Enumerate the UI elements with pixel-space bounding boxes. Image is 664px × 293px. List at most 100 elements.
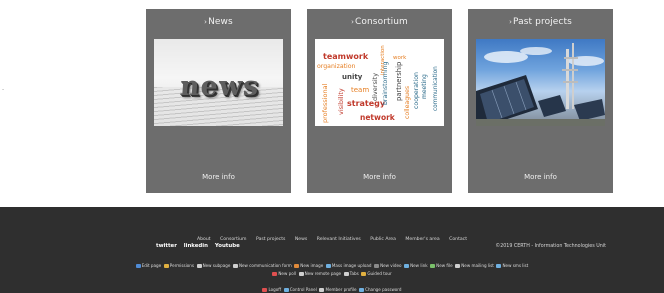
footer-link-about[interactable]: About bbox=[197, 237, 211, 242]
card-title[interactable]: ›Past projects bbox=[468, 17, 613, 27]
word-cloud-word: teamwork bbox=[323, 52, 369, 61]
toolbar-item-label: Control Panel bbox=[289, 287, 317, 292]
admin-tool-item[interactable]: New remote page bbox=[298, 271, 342, 276]
admin-toolbar-row-1: Edit page Permissions New subpage New commu… bbox=[0, 263, 664, 268]
toolbar-item-label: Guided tour bbox=[367, 271, 392, 276]
word-cloud: teamwork organization unity team strateg… bbox=[317, 45, 439, 123]
toolbar-item-label: New sms list bbox=[502, 263, 529, 268]
admin-tool-item[interactable]: Permissions bbox=[163, 263, 194, 268]
footer-link-relevant-initiatives[interactable]: Relevant Initiatives bbox=[317, 237, 361, 242]
word-cloud-word: strategy bbox=[347, 99, 386, 108]
word-cloud-word: professional bbox=[321, 83, 329, 123]
admin-toolbar-row-3: Logoff Control Panel Member profile Change … bbox=[0, 287, 664, 292]
solar-plant-illustration bbox=[476, 43, 605, 126]
toolbar-item-label: Permissions bbox=[169, 263, 194, 268]
news-image[interactable]: news bbox=[154, 39, 283, 126]
admin-tool-item[interactable]: Tabs bbox=[343, 271, 359, 276]
more-info-link[interactable]: More info bbox=[146, 173, 291, 181]
chevron-right-icon: › bbox=[351, 18, 354, 26]
toolbar-icon bbox=[374, 263, 380, 268]
toolbar-icon bbox=[262, 287, 268, 292]
toolbar-icon bbox=[135, 263, 141, 268]
toolbar-icon bbox=[294, 263, 300, 268]
admin-account-item[interactable]: Logoff bbox=[262, 287, 281, 292]
toolbar-item-label: New remote page bbox=[304, 271, 342, 276]
admin-tool-item[interactable]: Mass image upload bbox=[325, 263, 372, 268]
word-cloud-word: work bbox=[393, 55, 407, 61]
linkedin-link[interactable]: linkedin bbox=[184, 243, 208, 249]
toolbar-item-label: New subpage bbox=[202, 263, 231, 268]
toolbar-icon bbox=[196, 263, 202, 268]
admin-tool-item[interactable]: New video bbox=[374, 263, 402, 268]
admin-tool-item[interactable]: New sms list bbox=[496, 263, 528, 268]
toolbar-item-label: Member profile bbox=[325, 287, 357, 292]
toolbar-icon bbox=[361, 271, 367, 276]
toolbar-icon bbox=[430, 263, 436, 268]
word-cloud-word: meeting bbox=[421, 74, 428, 99]
admin-tool-item[interactable]: New file bbox=[430, 263, 453, 268]
footer-nav: About Consortium Past projects News Rele… bbox=[0, 225, 664, 244]
toolbar-icon bbox=[343, 271, 349, 276]
word-cloud-word: cooperation bbox=[413, 72, 420, 109]
word-cloud-word: unity bbox=[342, 73, 363, 81]
chevron-right-icon: › bbox=[204, 18, 208, 26]
admin-tool-item[interactable]: New mailing list bbox=[455, 263, 494, 268]
social-links: twitter linkedin Youtube bbox=[156, 243, 245, 249]
admin-tool-item[interactable]: New subpage bbox=[196, 263, 231, 268]
card-past-projects[interactable]: ›Past projects More info bbox=[468, 9, 613, 193]
toolbar-icon bbox=[325, 263, 331, 268]
toolbar-icon bbox=[404, 263, 410, 268]
toolbar-item-label: New video bbox=[380, 263, 402, 268]
toolbar-icon bbox=[232, 263, 238, 268]
toolbar-item-label: Change password bbox=[365, 287, 402, 292]
admin-account-item[interactable]: Member profile bbox=[319, 287, 357, 292]
footer-link-consortium[interactable]: Consortium bbox=[220, 237, 247, 242]
card-news[interactable]: ›News news More info bbox=[146, 9, 291, 193]
word-cloud-word: network bbox=[360, 113, 396, 122]
admin-account-item[interactable]: Control Panel bbox=[283, 287, 317, 292]
word-cloud-word: colleagues bbox=[404, 86, 411, 119]
card-title-label: Past projects bbox=[513, 17, 572, 27]
toolbar-item-label: New file bbox=[436, 263, 453, 268]
admin-tool-item[interactable]: Guided tour bbox=[361, 271, 392, 276]
card-title-label: Consortium bbox=[355, 17, 408, 27]
toolbar-icon bbox=[298, 271, 304, 276]
footer-link-news[interactable]: News bbox=[295, 237, 307, 242]
more-info-link[interactable]: More info bbox=[307, 173, 452, 181]
admin-account-item[interactable]: Change password bbox=[359, 287, 402, 292]
footer-link-public-area[interactable]: Public Area bbox=[370, 237, 396, 242]
toolbar-item-label: Tabs bbox=[349, 271, 359, 276]
word-cloud-word: interaction bbox=[380, 45, 386, 75]
admin-tool-item[interactable]: New image bbox=[294, 263, 323, 268]
footer-link-members-area[interactable]: Member's area bbox=[405, 237, 439, 242]
toolbar-icon bbox=[359, 287, 365, 292]
admin-tool-item[interactable]: New link bbox=[404, 263, 428, 268]
card-title[interactable]: ›Consortium bbox=[307, 17, 452, 27]
footer-link-past-projects[interactable]: Past projects bbox=[256, 237, 285, 242]
toolbar-item-label: Mass image upload bbox=[331, 263, 372, 268]
youtube-link[interactable]: Youtube bbox=[215, 243, 240, 249]
word-cloud-word: organization bbox=[317, 63, 356, 70]
consortium-word-cloud-image[interactable]: teamwork organization unity team strateg… bbox=[315, 39, 444, 126]
admin-tool-item[interactable]: New communication form bbox=[232, 263, 292, 268]
word-cloud-word: communication bbox=[433, 66, 439, 111]
copyright-text: ©2019 CERTH - Information Technologies U… bbox=[495, 244, 606, 249]
admin-toolbar-row-2: New poll New remote page Tabs Guided tour bbox=[0, 271, 664, 276]
admin-tool-item[interactable]: New poll bbox=[272, 271, 296, 276]
admin-tool-item[interactable]: Edit page bbox=[135, 263, 161, 268]
card-title-label: News bbox=[208, 17, 233, 27]
past-projects-image[interactable] bbox=[476, 39, 605, 126]
more-info-link[interactable]: More info bbox=[468, 173, 613, 181]
toolbar-icon bbox=[455, 263, 461, 268]
footer-link-contact[interactable]: Contact bbox=[449, 237, 467, 242]
card-consortium[interactable]: ›Consortium teamwork organization unity … bbox=[307, 9, 452, 193]
word-cloud-word: diversity bbox=[371, 73, 379, 101]
toolbar-icon bbox=[283, 287, 289, 292]
word-cloud-word: visibility bbox=[337, 88, 345, 115]
toolbar-item-label: Logoff bbox=[268, 287, 282, 292]
toolbar-item-label: New image bbox=[300, 263, 324, 268]
toolbar-icon bbox=[163, 263, 169, 268]
card-title[interactable]: ›News bbox=[146, 17, 291, 27]
site-footer: About Consortium Past projects News Rele… bbox=[0, 207, 664, 293]
twitter-link[interactable]: twitter bbox=[156, 243, 177, 249]
